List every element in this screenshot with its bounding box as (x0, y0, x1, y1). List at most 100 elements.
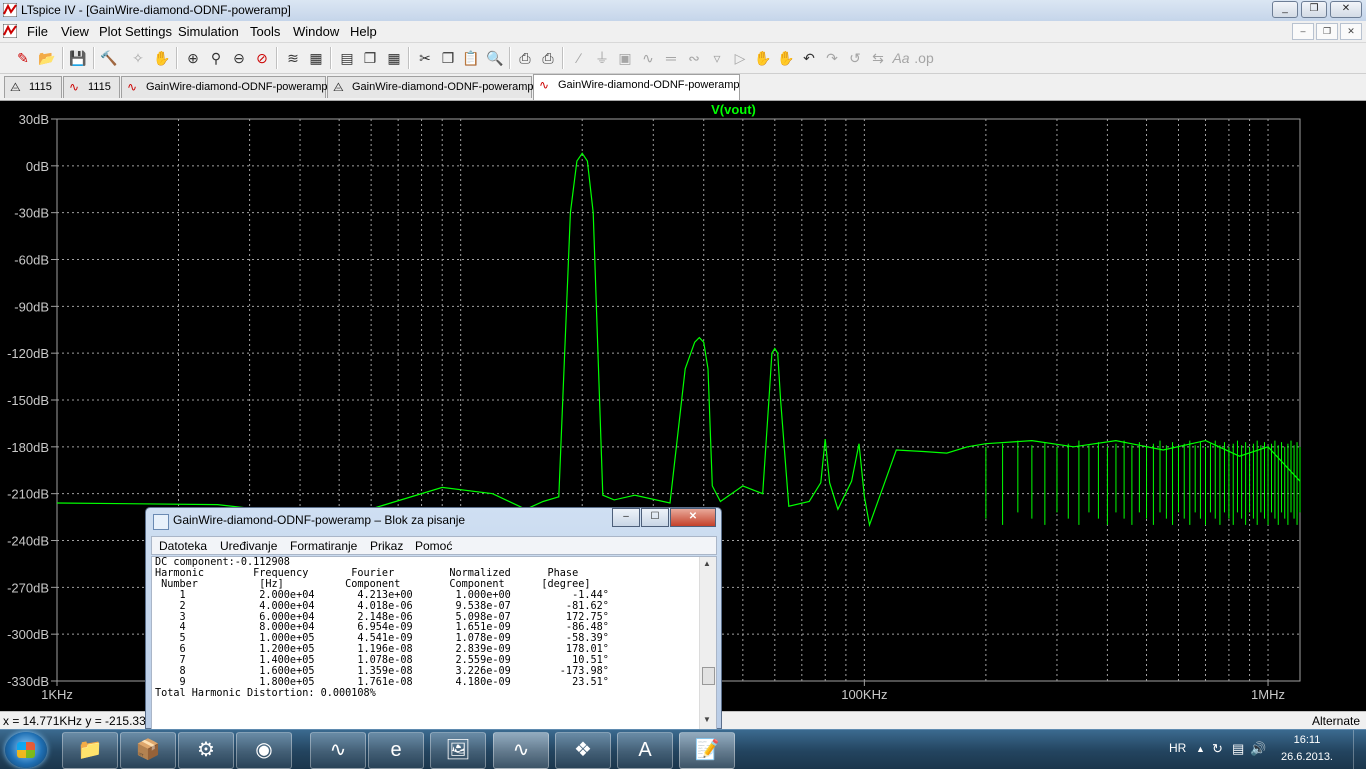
save-icon[interactable]: 💾 (68, 48, 88, 68)
close-button[interactable]: ✕ (1330, 1, 1362, 18)
new-schematic-icon[interactable]: ✎ (13, 48, 33, 68)
notepad-text-area[interactable]: DC component:-0.112908 Harmonic Frequenc… (151, 556, 717, 730)
minimize-button[interactable]: _ (1272, 1, 1298, 18)
y-tick-label: -30dB (14, 206, 49, 221)
paste-icon[interactable]: 📋 (461, 48, 481, 68)
wire-icon[interactable]: ∕ (569, 48, 589, 68)
tile-horizontal-icon[interactable]: ▤ (337, 48, 357, 68)
mirror-icon[interactable]: ⇆ (868, 48, 888, 68)
zoom-in-icon[interactable]: ⊕ (183, 48, 203, 68)
sync-icon[interactable]: ↻ (1212, 741, 1223, 757)
document-icon[interactable]: A (617, 732, 673, 769)
clock-time[interactable]: 16:11 (1271, 734, 1343, 746)
inductor-icon[interactable]: ∾ (684, 48, 704, 68)
label-icon[interactable]: ▣ (615, 48, 635, 68)
resistor-icon[interactable]: ∿ (638, 48, 658, 68)
harmonic-row: 3 6.000e+04 2.148e-06 5.098e-07 172.75° (155, 611, 609, 623)
capacitor-icon[interactable]: ═ (661, 48, 681, 68)
photo-viewer-icon[interactable]: 🖼 (430, 732, 486, 769)
diode-icon[interactable]: ▿ (707, 48, 727, 68)
move-hand-icon[interactable]: ✋ (753, 48, 773, 68)
notepad-menu-format[interactable]: Formatiranje (290, 539, 357, 553)
system-tray: HR ▲ ↻ ▤ 🔊 16:11 26.6.2013. (1146, 730, 1366, 769)
menu-help[interactable]: Help (350, 24, 377, 39)
internet-explorer-icon[interactable]: e (368, 732, 424, 769)
notepad-icon[interactable]: 📝 (679, 732, 735, 769)
show-desktop-button[interactable] (1353, 730, 1366, 769)
notepad-menu-file[interactable]: Datoteka (159, 539, 207, 553)
explorer-icon[interactable]: 📁 (62, 732, 118, 769)
tab-gainwire-waveform[interactable]: ∿ GainWire-diamond-ODNF-poweramp (121, 76, 328, 98)
pan-hand-icon[interactable]: ✋ (152, 48, 172, 68)
maximize-button[interactable]: ❐ (1301, 1, 1327, 18)
copy-icon[interactable]: ❐ (438, 48, 458, 68)
y-tick-label: 30dB (19, 112, 49, 127)
ground-icon[interactable]: ⏚ (592, 48, 612, 68)
clock-date[interactable]: 26.6.2013. (1271, 751, 1343, 763)
tab-gainwire-waveform-active[interactable]: ∿ GainWire-diamond-ODNF-poweramp (533, 74, 740, 100)
notepad-menu-view[interactable]: Prikaz (370, 539, 403, 553)
y-tick-label: -120dB (7, 346, 49, 361)
language-indicator[interactable]: HR (1169, 741, 1186, 755)
grid-icon[interactable]: ▦ (306, 48, 326, 68)
notepad-close-button[interactable]: ✕ (670, 508, 716, 527)
notepad-menu-help[interactable]: Pomoć (415, 539, 452, 553)
tab-gainwire-schematic[interactable]: ⨺ GainWire-diamond-ODNF-poweramp (327, 76, 534, 98)
text-icon[interactable]: Aa (891, 48, 911, 68)
mdi-minimize-button[interactable]: – (1292, 23, 1314, 40)
trace-vout[interactable] (56, 152, 1301, 528)
menu-file[interactable]: File (27, 24, 48, 39)
spice-directive-icon[interactable]: .op (914, 48, 934, 68)
x-tick-label: 1KHz (41, 687, 73, 702)
package-icon[interactable]: 📦 (120, 732, 176, 769)
print-icon[interactable]: ⎙ (538, 48, 558, 68)
drag-hand-icon[interactable]: ✋ (776, 48, 796, 68)
mdi-restore-button[interactable]: ❐ (1316, 23, 1338, 40)
find-icon[interactable]: 🔍 (485, 48, 505, 68)
menu-plot-settings[interactable]: Plot Settings (99, 24, 172, 39)
notepad-scrollbar[interactable]: ▲ ▼ (699, 557, 716, 729)
show-hidden-icons-icon[interactable]: ▲ (1196, 744, 1205, 754)
cursor-readout: x = 14.771KHz y = -215.33dB (3, 714, 161, 728)
scroll-thumb[interactable] (702, 667, 715, 685)
control-panel-icon[interactable]: 🔨 (99, 48, 119, 68)
menu-simulation[interactable]: Simulation (178, 24, 239, 39)
notepad-minimize-button[interactable]: – (612, 508, 640, 527)
close-all-icon[interactable]: ▦ (384, 48, 404, 68)
zoom-fit-icon[interactable]: ⊘ (252, 48, 272, 68)
pdf-icon[interactable]: ❖ (555, 732, 611, 769)
ltspice-icon[interactable]: ∿ (493, 732, 549, 769)
rotate-icon[interactable]: ↺ (845, 48, 865, 68)
menu-tools[interactable]: Tools (250, 24, 280, 39)
redo-icon[interactable]: ↷ (822, 48, 842, 68)
zoom-out-icon[interactable]: ⊖ (229, 48, 249, 68)
menu-window[interactable]: Window (293, 24, 339, 39)
menu-view[interactable]: View (61, 24, 89, 39)
ltspice-doc-icon (3, 24, 17, 38)
lifebuoy-icon[interactable]: ◉ (236, 732, 292, 769)
volume-icon[interactable]: 🔊 (1250, 741, 1266, 757)
autorange-icon[interactable]: ≋ (283, 48, 303, 68)
component-icon[interactable]: ▷ (730, 48, 750, 68)
notepad-maximize-button[interactable]: ☐ (641, 508, 669, 527)
scroll-up-icon[interactable]: ▲ (703, 559, 711, 568)
cut-icon[interactable]: ✂ (415, 48, 435, 68)
scroll-down-icon[interactable]: ▼ (703, 715, 711, 724)
ltspice-app-icon (3, 3, 17, 17)
network-icon[interactable]: ▤ (1232, 741, 1244, 757)
zoom-area-icon[interactable]: ⚲ (206, 48, 226, 68)
cad-icon[interactable]: ⚙ (178, 732, 234, 769)
trace-label[interactable]: V(vout) (711, 102, 756, 117)
print-preview-icon[interactable]: ⎙ (515, 48, 535, 68)
notepad-window[interactable]: GainWire-diamond-ODNF-poweramp – Blok za… (145, 507, 722, 730)
cascade-icon[interactable]: ❐ (360, 48, 380, 68)
mdi-close-button[interactable]: ✕ (1340, 23, 1362, 40)
notepad-menu-edit[interactable]: Uređivanje (220, 539, 277, 553)
start-button[interactable] (5, 732, 47, 768)
open-folder-icon[interactable]: 📂 (37, 48, 57, 68)
tab-1115-schematic[interactable]: ⨺ 1115 (4, 76, 62, 98)
oscilloscope-icon[interactable]: ∿ (310, 732, 366, 769)
run-icon[interactable]: ✧ (128, 48, 148, 68)
tab-1115-waveform[interactable]: ∿ 1115 (63, 76, 120, 98)
undo-icon[interactable]: ↶ (799, 48, 819, 68)
